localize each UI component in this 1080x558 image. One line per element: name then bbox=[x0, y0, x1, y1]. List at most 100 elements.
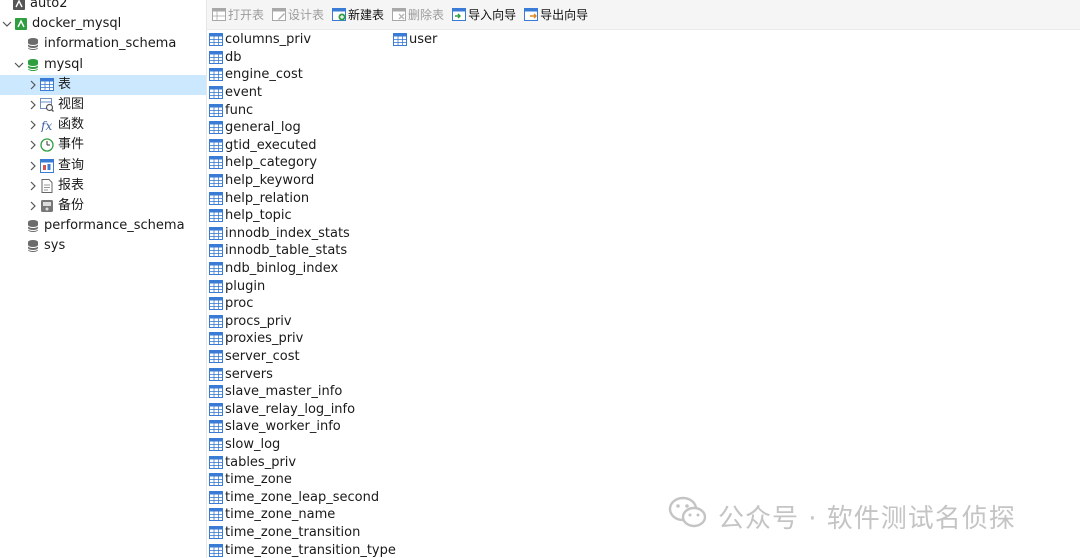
table-item-proc[interactable]: proc bbox=[209, 295, 396, 313]
toolbar-button-label: 新建表 bbox=[348, 8, 385, 22]
view-folder-icon bbox=[40, 98, 54, 112]
watermark: 公众号 · 软件测试名侦探 bbox=[668, 496, 1016, 537]
table-item-general-log[interactable]: general_log bbox=[209, 119, 396, 137]
table-item-help-topic[interactable]: help_topic bbox=[209, 207, 396, 225]
tree-item-performance-schema[interactable]: performance_schema bbox=[0, 216, 206, 236]
table-item-innodb-table-stats[interactable]: innodb_table_stats bbox=[209, 242, 396, 260]
table-item-proxies-priv[interactable]: proxies_priv bbox=[209, 330, 396, 348]
tree-item-函数[interactable]: fx 函数 bbox=[0, 115, 206, 135]
design-table-button[interactable]: 设计表 bbox=[272, 4, 324, 26]
table-item-time-zone-transition-type[interactable]: time_zone_transition_type bbox=[209, 541, 396, 558]
table-item-time-zone-name[interactable]: time_zone_name bbox=[209, 506, 396, 524]
table-item-help-relation[interactable]: help_relation bbox=[209, 189, 396, 207]
tree-item-表[interactable]: 表 bbox=[0, 74, 206, 95]
table-item-tables-priv[interactable]: tables_priv bbox=[209, 453, 396, 471]
table-item-func[interactable]: func bbox=[209, 101, 396, 119]
chevron-right-icon[interactable] bbox=[26, 95, 40, 115]
table-icon bbox=[209, 332, 223, 346]
chevron-down-icon[interactable] bbox=[0, 14, 14, 34]
table-item-innodb-index-stats[interactable]: innodb_index_stats bbox=[209, 225, 396, 243]
chevron-right-icon[interactable] bbox=[26, 115, 40, 135]
table-item-help-keyword[interactable]: help_keyword bbox=[209, 172, 396, 190]
table-item-help-category[interactable]: help_category bbox=[209, 154, 396, 172]
chevron-down-icon[interactable] bbox=[12, 55, 26, 75]
query-folder-icon bbox=[40, 158, 54, 173]
table-name: db bbox=[225, 49, 242, 65]
table-item-ndb-binlog-index[interactable]: ndb_binlog_index bbox=[209, 260, 396, 278]
table-item-server-cost[interactable]: server_cost bbox=[209, 348, 396, 366]
table-icon bbox=[209, 367, 223, 381]
table-icon bbox=[209, 420, 223, 434]
tree-item-mysql[interactable]: mysql bbox=[0, 55, 206, 75]
watermark-text: 公众号 · 软件测试名侦探 bbox=[718, 504, 1016, 534]
table-icon bbox=[209, 244, 223, 258]
table-item-event[interactable]: event bbox=[209, 84, 396, 102]
table-name: help_category bbox=[225, 155, 318, 171]
table-name: time_zone_transition bbox=[225, 524, 361, 540]
tree-item-label: performance_schema bbox=[44, 218, 185, 234]
table-item-servers[interactable]: servers bbox=[209, 365, 396, 383]
table-item-slave-relay-log-info[interactable]: slave_relay_log_info bbox=[209, 400, 396, 418]
tree-item-报表[interactable]: 报表 bbox=[0, 176, 206, 196]
event-folder-icon bbox=[40, 138, 54, 153]
import-wizard-button[interactable]: 导入向导 bbox=[452, 4, 516, 26]
new-table-button[interactable]: 新建表 bbox=[332, 4, 384, 26]
object-toolbar: 打开表 设计表 新建表 删除表 导入向导 导出向导 bbox=[207, 0, 1080, 30]
tree-item-label: 备份 bbox=[58, 198, 85, 213]
tree-item-auto2[interactable]: auto2 bbox=[0, 0, 206, 14]
tree-item-label: 表 bbox=[58, 76, 72, 92]
table-item-time-zone-transition[interactable]: time_zone_transition bbox=[209, 524, 396, 542]
table-item-time-zone[interactable]: time_zone bbox=[209, 471, 396, 489]
table-item-engine-cost[interactable]: engine_cost bbox=[209, 66, 396, 84]
tree-item-information-schema[interactable]: information_schema bbox=[0, 34, 206, 54]
tree-item-备份[interactable]: 备份 bbox=[0, 196, 206, 216]
table-icon bbox=[209, 455, 223, 469]
import-wizard-icon bbox=[452, 8, 467, 22]
tree-item-事件[interactable]: 事件 bbox=[0, 135, 206, 155]
table-name: servers bbox=[225, 366, 273, 382]
tree-item-sys[interactable]: sys bbox=[0, 236, 206, 256]
table-item-user[interactable]: user bbox=[393, 31, 437, 49]
open-table-button[interactable]: 打开表 bbox=[212, 4, 264, 26]
table-icon bbox=[209, 174, 223, 188]
table-item-procs-priv[interactable]: procs_priv bbox=[209, 313, 396, 331]
toolbar-button-label: 导出向导 bbox=[540, 8, 589, 22]
tree-item-label: mysql bbox=[44, 56, 83, 72]
table-icon bbox=[209, 349, 223, 363]
export-wizard-button[interactable]: 导出向导 bbox=[524, 4, 588, 26]
chevron-right-icon[interactable] bbox=[26, 196, 40, 216]
table-icon bbox=[209, 50, 223, 64]
table-icon bbox=[209, 297, 223, 311]
table-item-time-zone-leap-second[interactable]: time_zone_leap_second bbox=[209, 488, 396, 506]
chevron-right-icon[interactable] bbox=[26, 75, 40, 95]
tree-item-label: 视图 bbox=[58, 97, 85, 112]
table-icon bbox=[209, 525, 223, 539]
table-item-slave-worker-info[interactable]: slave_worker_info bbox=[209, 418, 396, 436]
table-icon bbox=[209, 314, 223, 328]
chevron-right-icon[interactable] bbox=[26, 135, 40, 155]
table-icon bbox=[209, 103, 223, 117]
table-item-db[interactable]: db bbox=[209, 49, 396, 67]
table-name: time_zone_transition_type bbox=[225, 542, 396, 558]
chevron-right-icon[interactable] bbox=[26, 156, 40, 176]
table-name: plugin bbox=[225, 278, 266, 294]
table-item-slave-master-info[interactable]: slave_master_info bbox=[209, 383, 396, 401]
chevron-right-icon[interactable] bbox=[26, 176, 40, 196]
tree-item-查询[interactable]: 查询 bbox=[0, 156, 206, 176]
delete-table-button[interactable]: 删除表 bbox=[392, 4, 444, 26]
table-icon bbox=[209, 473, 223, 487]
tree-item-docker-mysql[interactable]: docker_mysql bbox=[0, 14, 206, 34]
tree-item-label: 事件 bbox=[58, 137, 85, 153]
table-name: columns_priv bbox=[225, 32, 312, 48]
table-item-plugin[interactable]: plugin bbox=[209, 277, 396, 295]
table-item-gtid-executed[interactable]: gtid_executed bbox=[209, 137, 396, 155]
table-item-columns-priv[interactable]: columns_priv bbox=[209, 31, 396, 49]
tree-item-视图[interactable]: 视图 bbox=[0, 95, 206, 115]
table-name: server_cost bbox=[225, 348, 300, 364]
table-list: columns_priv db engine_cost event func genera… bbox=[207, 31, 1080, 558]
table-item-slow-log[interactable]: slow_log bbox=[209, 436, 396, 454]
table-icon bbox=[209, 385, 223, 399]
export-wizard-icon bbox=[524, 8, 539, 22]
chevron-placeholder bbox=[12, 236, 26, 256]
table-list-column-2: user bbox=[393, 31, 437, 49]
